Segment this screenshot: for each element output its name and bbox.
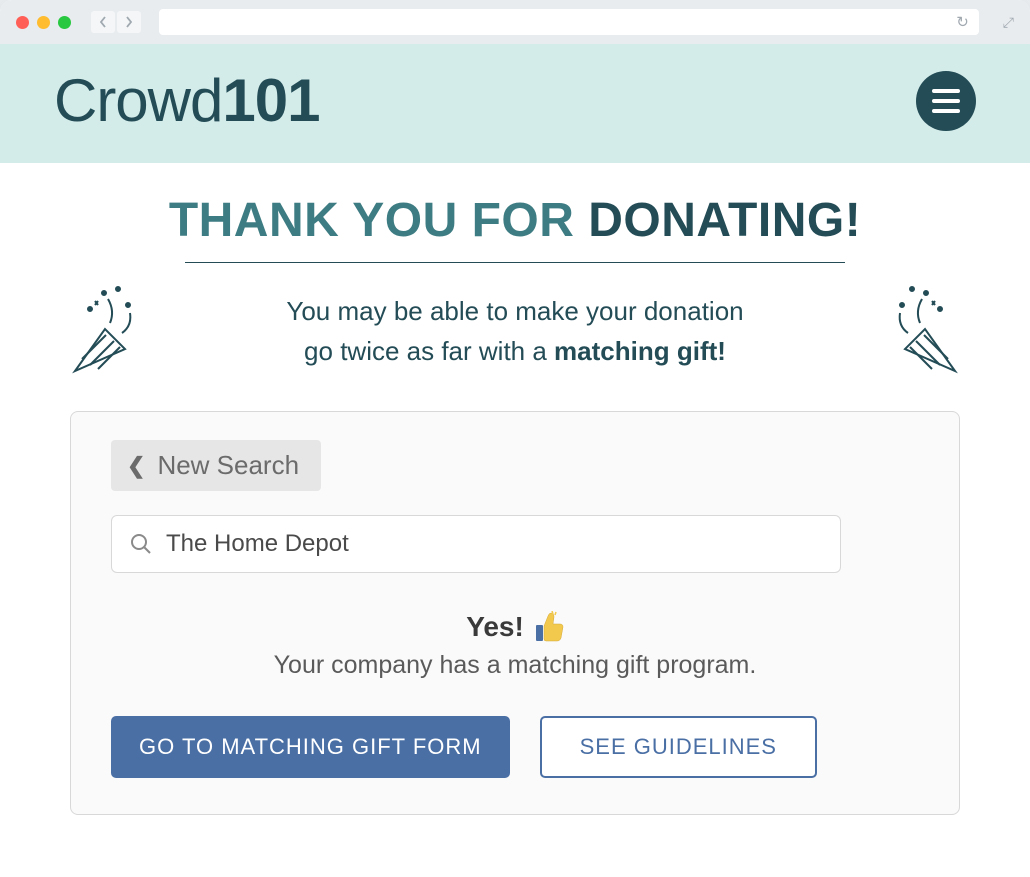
hamburger-icon [932,99,960,103]
subtitle-row: You may be able to make your donation go… [50,281,980,381]
hamburger-menu-button[interactable] [916,71,976,131]
maximize-window-button[interactable] [58,16,71,29]
see-guidelines-button[interactable]: SEE GUIDELINES [540,716,817,778]
main-content: THANK YOU FOR DONATING! [0,163,1030,815]
search-input-wrapper [111,515,841,573]
title-prefix: THANK YOU FOR [169,194,588,247]
go-to-matching-gift-form-button[interactable]: GO TO MATCHING GIFT FORM [111,716,510,778]
subtitle-line2-prefix: go twice as far with a [304,336,554,366]
subtitle-text: You may be able to make your donation go… [286,291,743,372]
result-yes-row: Yes! [111,611,919,643]
party-popper-icon [890,281,970,381]
minimize-window-button[interactable] [37,16,50,29]
logo-text-101: 101 [222,67,319,134]
chevron-left-icon [99,16,107,28]
thumbs-up-icon [534,611,564,643]
expand-icon[interactable]: ⤢ [1003,14,1014,31]
browser-chrome: ↻ ⤢ [0,0,1030,44]
search-icon [130,533,152,555]
chevron-left-icon: ❮ [127,453,145,479]
result-section: Yes! Your company has a matching gift pr… [111,611,919,680]
subtitle-line1: You may be able to make your donation [286,296,743,326]
hamburger-icon [932,89,960,93]
company-search-input[interactable] [166,530,822,558]
page-title: THANK YOU FOR DONATING! [50,193,980,248]
party-popper-icon [60,281,140,381]
result-yes-text: Yes! [466,611,524,643]
url-bar[interactable]: ↻ [159,9,979,35]
divider [185,262,845,263]
subtitle-line2-bold: matching gift! [554,336,726,366]
site-logo[interactable]: Crowd101 [54,66,320,135]
forward-button[interactable] [117,11,141,33]
new-search-label: New Search [157,450,299,481]
action-buttons: GO TO MATCHING GIFT FORM SEE GUIDELINES [111,716,919,778]
hamburger-icon [932,109,960,113]
close-window-button[interactable] [16,16,29,29]
search-panel: ❮ New Search Yes! [70,411,960,815]
chevron-right-icon [125,16,133,28]
nav-buttons [91,11,141,33]
browser-window: ↻ ⤢ Crowd101 THANK YOU FOR DONATING! [0,0,1030,877]
title-bold: DONATING! [588,194,861,247]
refresh-icon[interactable]: ↻ [956,13,969,31]
back-button[interactable] [91,11,115,33]
logo-text-crowd: Crowd [54,67,222,134]
result-description: Your company has a matching gift program… [111,651,919,680]
traffic-lights [16,16,71,29]
new-search-button[interactable]: ❮ New Search [111,440,321,491]
site-header: Crowd101 [0,44,1030,163]
